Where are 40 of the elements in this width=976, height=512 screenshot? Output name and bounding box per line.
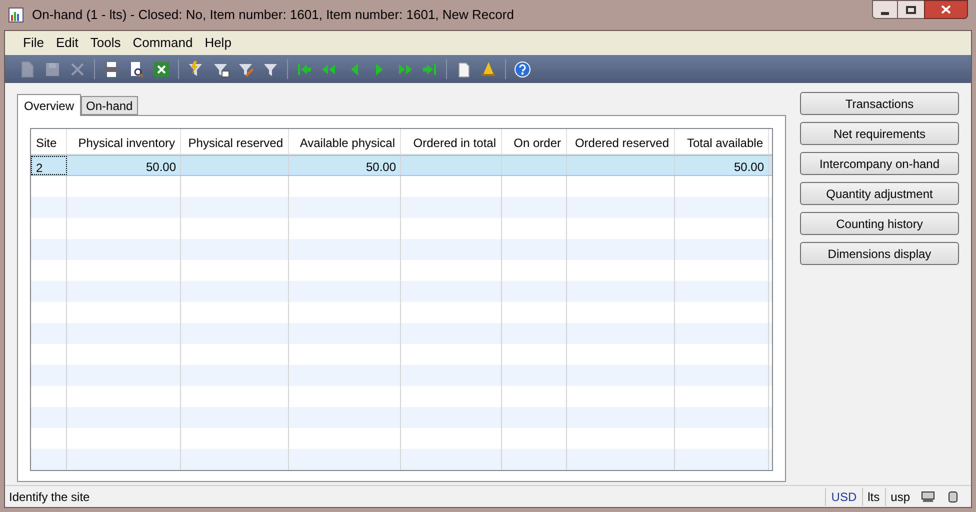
lightning-filter-icon[interactable] bbox=[186, 60, 205, 78]
maximize-button[interactable] bbox=[898, 0, 924, 19]
status-field: USD bbox=[825, 488, 862, 506]
status-message: Identify the site bbox=[8, 488, 91, 506]
action-button[interactable]: Quantity adjustment bbox=[800, 182, 959, 205]
action-button[interactable]: Net requirements bbox=[800, 122, 959, 145]
help-icon[interactable] bbox=[513, 60, 532, 78]
column-header[interactable]: Available physical bbox=[289, 129, 401, 154]
table-cell: 50.00 bbox=[146, 160, 176, 174]
menu-item[interactable]: Tools bbox=[86, 33, 125, 53]
minimize-button[interactable] bbox=[872, 0, 898, 19]
menu-item[interactable]: Help bbox=[200, 33, 236, 53]
menu-item[interactable]: Edit bbox=[52, 33, 82, 53]
tab[interactable]: On-hand bbox=[81, 96, 138, 115]
action-button[interactable]: Dimensions display bbox=[800, 242, 959, 265]
table-cell: 2 bbox=[36, 161, 43, 175]
status-field: lts bbox=[862, 488, 885, 506]
tab[interactable]: Overview bbox=[17, 94, 82, 116]
close-button[interactable] bbox=[924, 0, 968, 19]
menu-item[interactable]: Command bbox=[128, 33, 197, 53]
column-header[interactable]: Site bbox=[31, 129, 67, 154]
action-button[interactable]: Counting history bbox=[800, 212, 959, 235]
column-header[interactable]: Ordered reserved bbox=[567, 129, 675, 154]
action-button[interactable]: Intercompany on-hand bbox=[800, 152, 959, 175]
column-header[interactable]: Physical reserved bbox=[181, 129, 289, 154]
action-button[interactable]: Transactions bbox=[800, 92, 959, 115]
column-header[interactable]: Total available bbox=[675, 129, 769, 154]
status-field: usp bbox=[884, 488, 915, 506]
print-icon[interactable] bbox=[102, 60, 121, 78]
table-cell: 50.00 bbox=[366, 160, 396, 174]
app-icon bbox=[8, 7, 24, 23]
column-header[interactable]: Physical inventory bbox=[67, 129, 181, 154]
spreadsheet-icon[interactable] bbox=[152, 60, 171, 78]
window-title: On-hand (1 - lts) - Closed: No, Item number: 1601, Item number: 1601, New Record bbox=[32, 6, 515, 24]
table-row[interactable]: 2 50.00 50.00 50.00 bbox=[31, 155, 772, 176]
column-header[interactable]: Ordered in total bbox=[401, 129, 502, 154]
column-header[interactable]: On order bbox=[502, 129, 567, 154]
table-cell: 50.00 bbox=[734, 160, 764, 174]
menu-item[interactable]: File bbox=[19, 33, 48, 53]
close-icon bbox=[941, 5, 951, 14]
